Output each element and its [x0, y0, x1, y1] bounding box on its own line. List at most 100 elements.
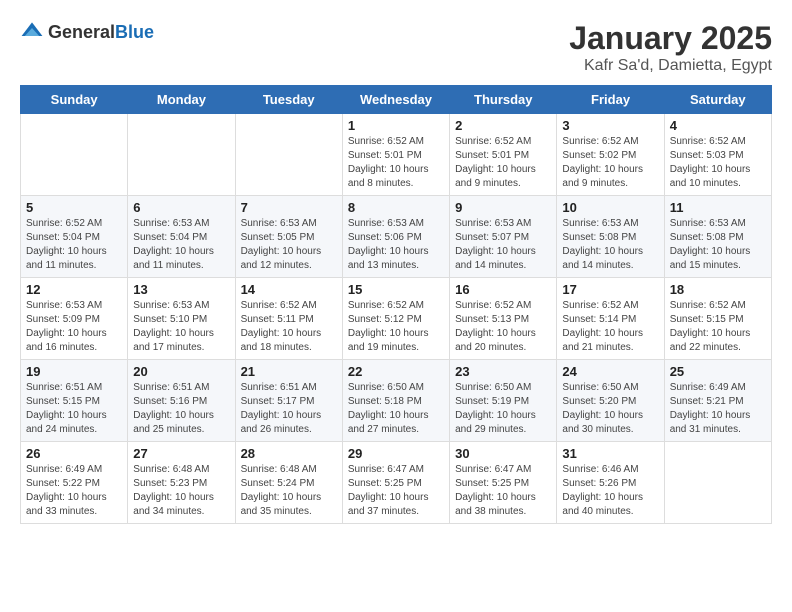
calendar-header-saturday: Saturday: [664, 86, 771, 114]
logo: GeneralBlue: [20, 20, 154, 44]
day-info: Sunrise: 6:53 AM Sunset: 5:08 PM Dayligh…: [562, 217, 658, 273]
day-number: 31: [562, 446, 658, 461]
day-number: 4: [670, 118, 766, 133]
calendar-cell-day-4: 4 Sunrise: 6:52 AM Sunset: 5:03 PM Daylig…: [664, 114, 771, 196]
logo-blue: Blue: [115, 22, 154, 42]
logo-general: General: [48, 22, 115, 42]
day-number: 23: [455, 364, 551, 379]
day-info: Sunrise: 6:50 AM Sunset: 5:20 PM Dayligh…: [562, 381, 658, 437]
calendar-cell-day-11: 11 Sunrise: 6:53 AM Sunset: 5:08 PM Dayli…: [664, 196, 771, 278]
day-number: 16: [455, 282, 551, 297]
day-info: Sunrise: 6:52 AM Sunset: 5:04 PM Dayligh…: [26, 217, 122, 273]
day-number: 17: [562, 282, 658, 297]
day-number: 22: [348, 364, 444, 379]
day-info: Sunrise: 6:52 AM Sunset: 5:13 PM Dayligh…: [455, 299, 551, 355]
calendar: SundayMondayTuesdayWednesdayThursdayFrid…: [20, 85, 772, 524]
day-info: Sunrise: 6:52 AM Sunset: 5:02 PM Dayligh…: [562, 135, 658, 191]
calendar-cell-day-8: 8Sunrise: 6:53 AM Sunset: 5:06 PM Daylig…: [342, 196, 449, 278]
calendar-cell-day-7: 7 Sunrise: 6:53 AM Sunset: 5:05 PM Daylig…: [235, 196, 342, 278]
day-number: 5: [26, 200, 122, 215]
calendar-cell-day-27: 27 Sunrise: 6:48 AM Sunset: 5:23 PM Dayli…: [128, 442, 235, 524]
calendar-cell-day-13: 13 Sunrise: 6:53 AM Sunset: 5:10 PM Dayli…: [128, 278, 235, 360]
day-info: Sunrise: 6:52 AM Sunset: 5:15 PM Dayligh…: [670, 299, 766, 355]
calendar-cell-day-29: 29 Sunrise: 6:47 AM Sunset: 5:25 PM Dayli…: [342, 442, 449, 524]
day-info: Sunrise: 6:53 AM Sunset: 5:09 PM Dayligh…: [26, 299, 122, 355]
day-number: 2: [455, 118, 551, 133]
calendar-cell-day-17: 17 Sunrise: 6:52 AM Sunset: 5:14 PM Dayli…: [557, 278, 664, 360]
day-info: Sunrise: 6:53 AM Sunset: 5:10 PM Dayligh…: [133, 299, 229, 355]
calendar-cell-empty: [128, 114, 235, 196]
day-info: Sunrise: 6:48 AM Sunset: 5:24 PM Dayligh…: [241, 463, 337, 519]
day-number: 27: [133, 446, 229, 461]
day-number: 11: [670, 200, 766, 215]
calendar-cell-day-6: 6Sunrise: 6:53 AM Sunset: 5:04 PM Daylig…: [128, 196, 235, 278]
calendar-cell-empty: [235, 114, 342, 196]
day-info: Sunrise: 6:47 AM Sunset: 5:25 PM Dayligh…: [348, 463, 444, 519]
calendar-header-sunday: Sunday: [21, 86, 128, 114]
day-info: Sunrise: 6:51 AM Sunset: 5:17 PM Dayligh…: [241, 381, 337, 437]
calendar-cell-day-20: 20Sunrise: 6:51 AM Sunset: 5:16 PM Dayli…: [128, 360, 235, 442]
day-info: Sunrise: 6:48 AM Sunset: 5:23 PM Dayligh…: [133, 463, 229, 519]
day-info: Sunrise: 6:52 AM Sunset: 5:11 PM Dayligh…: [241, 299, 337, 355]
calendar-header-wednesday: Wednesday: [342, 86, 449, 114]
day-number: 12: [26, 282, 122, 297]
day-number: 1: [348, 118, 444, 133]
day-number: 7: [241, 200, 337, 215]
day-number: 13: [133, 282, 229, 297]
day-number: 15: [348, 282, 444, 297]
location-title: Kafr Sa'd, Damietta, Egypt: [569, 57, 772, 75]
day-number: 19: [26, 364, 122, 379]
day-number: 21: [241, 364, 337, 379]
day-info: Sunrise: 6:52 AM Sunset: 5:12 PM Dayligh…: [348, 299, 444, 355]
month-title: January 2025: [569, 20, 772, 57]
day-info: Sunrise: 6:52 AM Sunset: 5:14 PM Dayligh…: [562, 299, 658, 355]
calendar-cell-day-25: 25Sunrise: 6:49 AM Sunset: 5:21 PM Dayli…: [664, 360, 771, 442]
day-info: Sunrise: 6:53 AM Sunset: 5:06 PM Dayligh…: [348, 217, 444, 273]
calendar-cell-day-19: 19 Sunrise: 6:51 AM Sunset: 5:15 PM Dayli…: [21, 360, 128, 442]
day-number: 26: [26, 446, 122, 461]
calendar-cell-day-21: 21 Sunrise: 6:51 AM Sunset: 5:17 PM Dayli…: [235, 360, 342, 442]
day-info: Sunrise: 6:50 AM Sunset: 5:18 PM Dayligh…: [348, 381, 444, 437]
calendar-cell-day-31: 31 Sunrise: 6:46 AM Sunset: 5:26 PM Dayli…: [557, 442, 664, 524]
day-info: Sunrise: 6:49 AM Sunset: 5:22 PM Dayligh…: [26, 463, 122, 519]
calendar-cell-day-1: 1 Sunrise: 6:52 AM Sunset: 5:01 PM Daylig…: [342, 114, 449, 196]
calendar-cell-day-16: 16 Sunrise: 6:52 AM Sunset: 5:13 PM Dayli…: [450, 278, 557, 360]
title-block: January 2025 Kafr Sa'd, Damietta, Egypt: [569, 20, 772, 75]
calendar-cell-day-18: 18 Sunrise: 6:52 AM Sunset: 5:15 PM Dayli…: [664, 278, 771, 360]
calendar-cell-day-28: 28 Sunrise: 6:48 AM Sunset: 5:24 PM Dayli…: [235, 442, 342, 524]
day-info: Sunrise: 6:53 AM Sunset: 5:08 PM Dayligh…: [670, 217, 766, 273]
calendar-cell-day-14: 14Sunrise: 6:52 AM Sunset: 5:11 PM Dayli…: [235, 278, 342, 360]
calendar-cell-empty: [664, 442, 771, 524]
day-info: Sunrise: 6:52 AM Sunset: 5:01 PM Dayligh…: [348, 135, 444, 191]
day-info: Sunrise: 6:46 AM Sunset: 5:26 PM Dayligh…: [562, 463, 658, 519]
day-number: 18: [670, 282, 766, 297]
calendar-cell-day-15: 15 Sunrise: 6:52 AM Sunset: 5:12 PM Dayli…: [342, 278, 449, 360]
calendar-cell-day-12: 12 Sunrise: 6:53 AM Sunset: 5:09 PM Dayli…: [21, 278, 128, 360]
day-number: 28: [241, 446, 337, 461]
calendar-cell-day-9: 9 Sunrise: 6:53 AM Sunset: 5:07 PM Daylig…: [450, 196, 557, 278]
calendar-header-thursday: Thursday: [450, 86, 557, 114]
calendar-cell-empty: [21, 114, 128, 196]
day-info: Sunrise: 6:52 AM Sunset: 5:03 PM Dayligh…: [670, 135, 766, 191]
day-number: 29: [348, 446, 444, 461]
day-info: Sunrise: 6:51 AM Sunset: 5:16 PM Dayligh…: [133, 381, 229, 437]
day-number: 24: [562, 364, 658, 379]
day-number: 30: [455, 446, 551, 461]
day-info: Sunrise: 6:53 AM Sunset: 5:05 PM Dayligh…: [241, 217, 337, 273]
calendar-cell-day-5: 5 Sunrise: 6:52 AM Sunset: 5:04 PM Daylig…: [21, 196, 128, 278]
calendar-header-friday: Friday: [557, 86, 664, 114]
calendar-header-tuesday: Tuesday: [235, 86, 342, 114]
calendar-cell-day-3: 3 Sunrise: 6:52 AM Sunset: 5:02 PM Daylig…: [557, 114, 664, 196]
day-info: Sunrise: 6:53 AM Sunset: 5:07 PM Dayligh…: [455, 217, 551, 273]
page-header: GeneralBlue January 2025 Kafr Sa'd, Dami…: [20, 20, 772, 75]
day-number: 9: [455, 200, 551, 215]
day-info: Sunrise: 6:50 AM Sunset: 5:19 PM Dayligh…: [455, 381, 551, 437]
calendar-cell-day-26: 26 Sunrise: 6:49 AM Sunset: 5:22 PM Dayli…: [21, 442, 128, 524]
day-info: Sunrise: 6:47 AM Sunset: 5:25 PM Dayligh…: [455, 463, 551, 519]
day-number: 3: [562, 118, 658, 133]
day-info: Sunrise: 6:51 AM Sunset: 5:15 PM Dayligh…: [26, 381, 122, 437]
day-number: 10: [562, 200, 658, 215]
day-number: 6: [133, 200, 229, 215]
day-number: 25: [670, 364, 766, 379]
calendar-cell-day-10: 10 Sunrise: 6:53 AM Sunset: 5:08 PM Dayli…: [557, 196, 664, 278]
